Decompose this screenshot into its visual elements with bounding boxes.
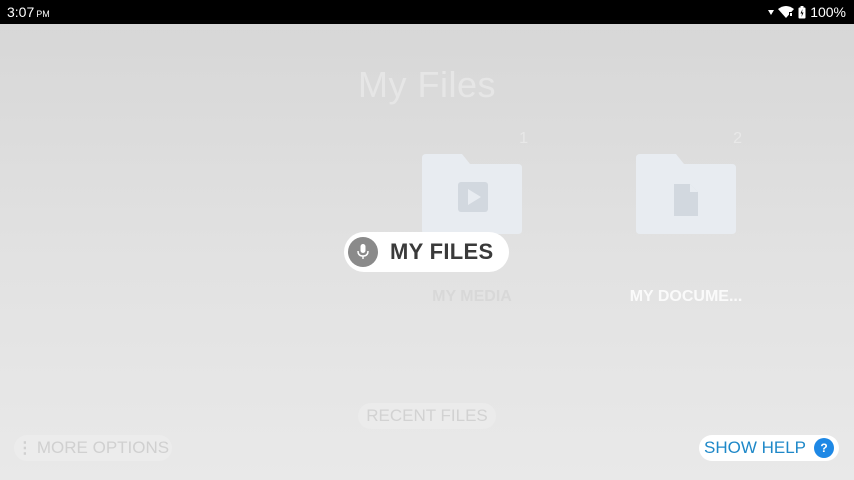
media-folder-icon [422,154,522,234]
folder-badge: 1 [519,130,528,147]
recent-files-label: RECENT FILES [366,406,488,425]
document-folder-icon [636,154,736,234]
voice-prompt-label: MY FILES [390,239,494,264]
voice-command-prompt[interactable]: MY FILES [344,232,509,272]
status-bar: 3:07 PM 100% [0,0,854,24]
folder-badge: 2 [733,130,742,147]
status-time-value: 3:07 [7,4,35,20]
folder-label: MY DOCUME... [629,288,743,305]
recent-files-button[interactable]: RECENT FILES [358,403,496,429]
page-title: My Files [358,64,496,105]
show-help-label: SHOW HELP [703,438,807,457]
battery-icon [798,5,806,19]
microphone-icon [348,237,378,267]
help-icon: ? [814,438,835,458]
show-help-button[interactable]: SHOW HELP ? [699,435,839,461]
more-options-label: MORE OPTIONS [36,438,170,457]
status-indicators: 100% [768,4,846,20]
signal-icon [768,8,775,16]
more-vert-icon: ⋮ [16,440,33,457]
folder-label: MY MEDIA [432,288,512,305]
more-options-button[interactable]: ⋮ MORE OPTIONS [14,435,172,461]
status-time-ampm: PM [36,9,50,19]
battery-level: 100% [810,4,846,20]
wifi-icon [778,6,795,18]
status-time: 3:07 PM [7,4,50,20]
